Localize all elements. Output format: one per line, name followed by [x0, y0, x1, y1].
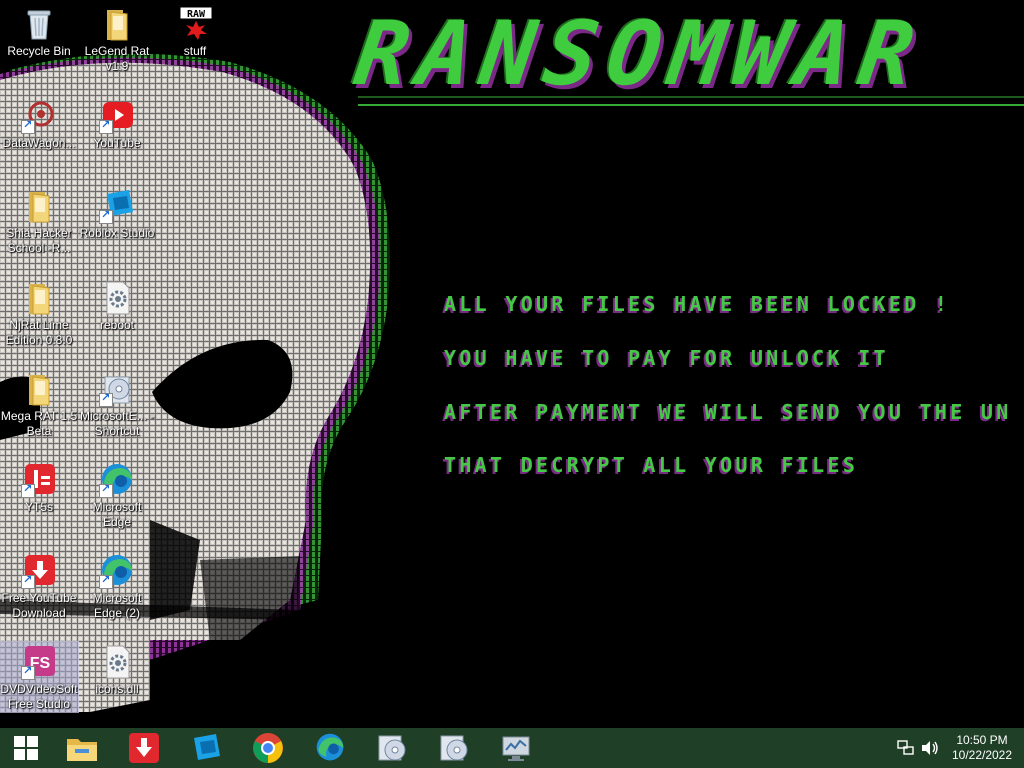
recycle-bin-icon	[21, 6, 57, 42]
desktop-icon-label: MicrosoftE... - Shortcut	[79, 409, 154, 438]
desktop-icon-label: DataWagon...	[2, 136, 76, 150]
desktop-icon-recycle-bin[interactable]: Recycle Bin	[0, 4, 78, 59]
desktop-icon-label: reboot	[99, 318, 135, 332]
taskbar-clock[interactable]: 10:50 PM 10/22/2022	[946, 733, 1018, 763]
desktop-icon-dvdvideosoft[interactable]: FS DVDVideoSoft Free Studio	[0, 641, 79, 713]
desktop-icon-mega-rat[interactable]: Mega RAT 1.5 Beta	[0, 369, 78, 439]
free-youtube-download-icon	[129, 733, 159, 763]
desktop-icon-label: stuff	[183, 44, 207, 58]
desktop-icon-label: Microsoft Edge (2)	[92, 591, 142, 620]
disc-tool-icon	[440, 735, 468, 761]
dll-file-icon	[99, 644, 135, 680]
clock-date: 10/22/2022	[951, 748, 1013, 762]
clock-time: 10:50 PM	[956, 733, 1008, 747]
desktop-icon-label: YouTube	[93, 136, 141, 150]
desktop-icon-label: DVDVideoSoft Free Studio	[0, 682, 78, 711]
edge-icon	[99, 462, 135, 498]
desktop-icon-label: LeGend Rat v1.9	[84, 44, 150, 73]
shortcut-arrow-icon	[99, 573, 113, 589]
ransom-line-2: YOU HAVE TO PAY FOR UNLOCK IT	[444, 346, 889, 370]
desktop-icon-shia-hacker-school[interactable]: Shia Hacker School -R...	[0, 186, 78, 256]
settings-file-icon	[99, 280, 135, 316]
taskbar-disc-tool[interactable]	[366, 728, 418, 768]
ransom-line-4: THAT DECRYPT ALL YOUR FILES	[444, 453, 859, 477]
disc-tool-icon	[378, 735, 406, 761]
folder-icon	[99, 6, 135, 42]
desktop-icon-stuff[interactable]: RAW stuff	[156, 4, 234, 59]
desktop-icon-reboot[interactable]: reboot	[78, 278, 156, 333]
ransom-line-3: AFTER PAYMENT WE WILL SEND YOU THE UN	[444, 400, 1012, 424]
taskbar-disc-tool-2[interactable]	[428, 728, 480, 768]
desktop-icon-datawagon[interactable]: DataWagon...	[0, 96, 78, 151]
shortcut-arrow-icon	[21, 482, 35, 498]
folder-icon	[21, 188, 57, 224]
desktop-icon-label: Microsoft Edge	[92, 500, 142, 529]
taskbar-free-youtube-download[interactable]	[118, 728, 170, 768]
taskbar-file-explorer[interactable]	[56, 728, 108, 768]
free-youtube-download-icon	[21, 553, 57, 589]
shortcut-arrow-icon	[99, 118, 113, 134]
taskbar-monitor-tool[interactable]	[490, 728, 542, 768]
desktop-icon-label: Recycle Bin	[7, 44, 71, 58]
roblox-studio-icon	[99, 188, 135, 224]
ransom-line-1: ALL YOUR FILES HAVE BEEN LOCKED !	[444, 292, 951, 316]
ransomware-title: RANSOMWAR	[348, 2, 931, 105]
desktop-icon-roblox-studio[interactable]: Roblox Studio	[78, 186, 156, 241]
desktop-icon-label: icons.dll	[95, 682, 139, 696]
desktop-icon-microsofte-shortcut[interactable]: MicrosoftE... - Shortcut	[78, 369, 156, 439]
file-explorer-icon	[67, 739, 97, 761]
shortcut-arrow-icon	[21, 573, 35, 589]
shortcut-arrow-icon	[99, 482, 113, 498]
desktop-icon-yt5s[interactable]: YT5s	[0, 460, 78, 515]
raw-badge: RAW	[187, 9, 206, 20]
desktop-icon-label: Shia Hacker School -R...	[6, 226, 72, 255]
raw-file-icon: RAW	[177, 6, 213, 42]
edge-icon	[99, 553, 135, 589]
title-divider	[358, 104, 1024, 106]
taskbar-chrome[interactable]	[242, 728, 294, 768]
chrome-icon	[253, 733, 283, 763]
desktop-icon-icons-dll[interactable]: icons.dll	[78, 642, 156, 697]
desktop-icon-label: YT5s	[24, 500, 53, 514]
disc-shortcut-icon	[99, 371, 135, 407]
start-button[interactable]	[0, 728, 52, 768]
dvdvideosoft-icon: FS	[21, 644, 57, 680]
desktop-icon-label: Mega RAT 1.5 Beta	[0, 409, 78, 438]
desktop-icon-free-youtube-download[interactable]: Free YouTube Download	[0, 551, 78, 621]
taskbar: 10:50 PM 10/22/2022	[0, 728, 1024, 768]
volume-icon[interactable]	[920, 739, 940, 757]
desktop-icon-microsoft-edge-2[interactable]: Microsoft Edge (2)	[78, 551, 156, 621]
yt5s-icon	[21, 462, 57, 498]
shortcut-arrow-icon	[21, 118, 35, 134]
desktop-icon-label: Free YouTube Download	[1, 591, 77, 620]
folder-icon	[21, 280, 57, 316]
datawagon-icon	[21, 98, 57, 134]
desktop-icon-youtube[interactable]: YouTube	[78, 96, 156, 151]
folder-icon	[21, 371, 57, 407]
edge-icon	[316, 733, 344, 761]
shortcut-arrow-icon	[99, 208, 113, 224]
desktop-icon-label: Roblox Studio	[79, 226, 155, 240]
monitor-tool-icon	[502, 736, 530, 761]
network-icon[interactable]	[896, 739, 916, 757]
taskbar-edge[interactable]	[304, 728, 356, 768]
desktop-icon-label: NjRat Lime Edition 0.8.0	[5, 318, 73, 347]
windows-logo-icon	[14, 736, 38, 760]
desktop-icon-microsoft-edge[interactable]: Microsoft Edge	[78, 460, 156, 530]
shortcut-arrow-icon	[99, 391, 113, 407]
desktop-icon-legend-rat[interactable]: LeGend Rat v1.9	[78, 4, 156, 74]
desktop-icon-njrat-lime[interactable]: NjRat Lime Edition 0.8.0	[0, 278, 78, 348]
taskbar-roblox-studio[interactable]	[180, 728, 232, 768]
shortcut-arrow-icon	[21, 664, 35, 680]
roblox-studio-icon	[194, 734, 220, 760]
youtube-icon	[99, 98, 135, 134]
